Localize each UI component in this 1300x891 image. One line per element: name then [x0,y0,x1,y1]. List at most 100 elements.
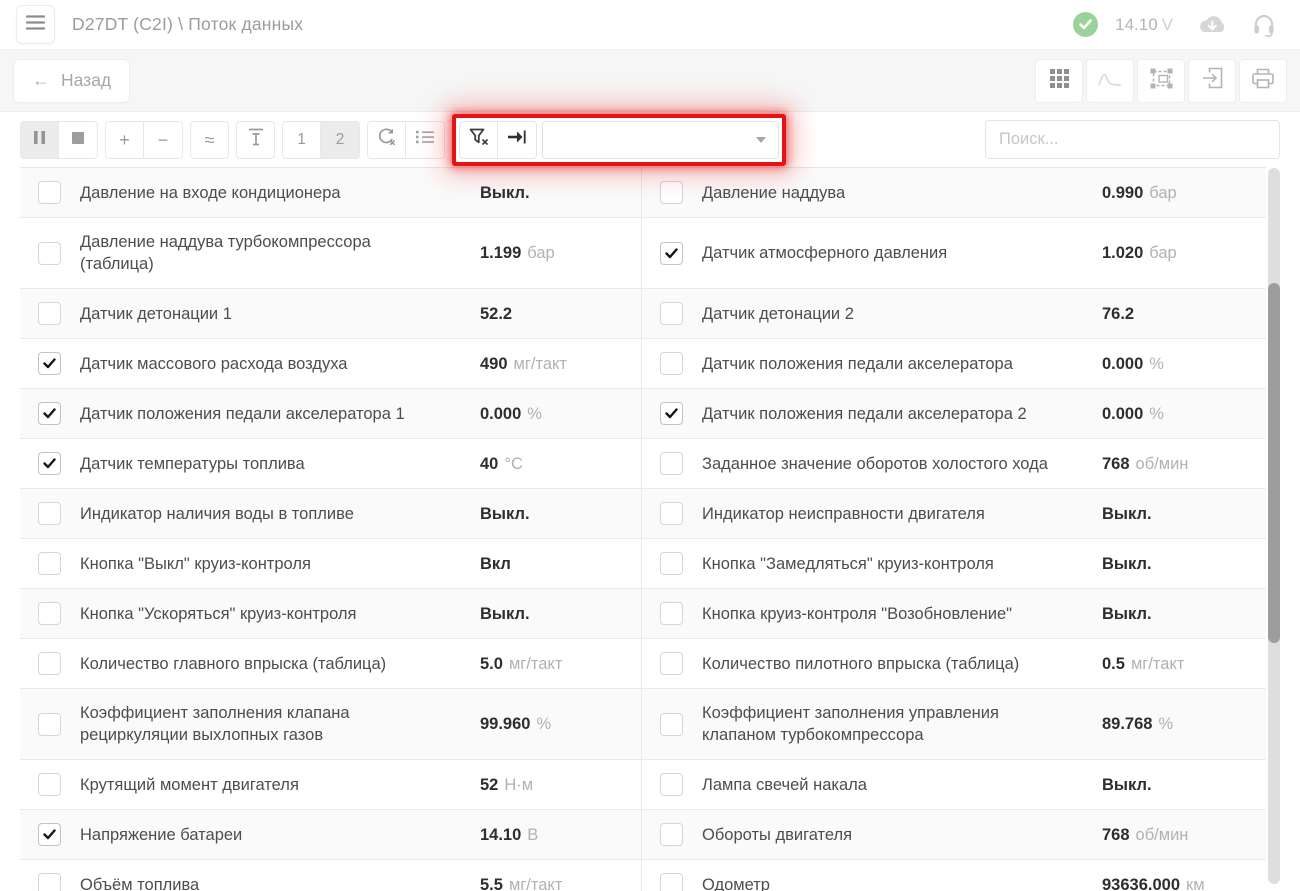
export-button[interactable] [1188,59,1236,103]
param-value-number: Выкл. [480,184,530,202]
row-checkbox[interactable] [660,181,683,204]
reset-cx-icon [377,128,397,151]
row-checkbox[interactable] [38,402,61,425]
zoom-in-button[interactable]: + [105,121,144,159]
clear-filter-button[interactable] [459,121,498,159]
row-checkbox[interactable] [38,302,61,325]
menu-button[interactable] [16,5,55,44]
page-1-button[interactable]: 1 [282,121,321,159]
zoom-out-button[interactable]: − [144,121,183,159]
row-checkbox[interactable] [38,452,61,475]
back-button[interactable]: ← Назад [13,59,130,103]
param-value-number: 5.5 [480,876,503,891]
param-value: Выкл. [1102,603,1260,625]
param-name: Индикатор неисправности двигателя [702,503,1082,525]
reset-values-button[interactable] [367,121,406,159]
headset-icon[interactable] [1252,13,1276,37]
param-cell: Датчик положения педали акселератора 20.… [642,389,1266,438]
row-checkbox[interactable] [38,502,61,525]
row-checkbox[interactable] [660,773,683,796]
param-value-number: 0.000 [1102,405,1143,423]
param-unit: % [1149,405,1164,423]
smooth-button[interactable]: ≈ [190,121,229,159]
row-checkbox[interactable] [660,652,683,675]
row-checkbox[interactable] [38,242,61,265]
param-unit: % [1158,715,1173,733]
param-cell: Давление наддува турбокомпрессора (табли… [20,218,642,288]
row-checkbox[interactable] [660,452,683,475]
table-row: Кнопка "Ускоряться" круиз-контроляВыкл.К… [20,589,1266,639]
param-value-number: Выкл. [1102,555,1152,573]
row-checkbox[interactable] [660,823,683,846]
row-checkbox[interactable] [660,302,683,325]
param-value-number: Выкл. [480,505,530,523]
fit-scale-button[interactable] [236,121,275,159]
param-value: 1.020бар [1102,242,1260,264]
chart-view-button[interactable] [1086,59,1134,103]
param-value-number: 490 [480,355,508,373]
param-value: 5.0мг/такт [480,653,638,675]
table-row: Давление на входе кондиционера Выкл. Давле… [20,168,1266,218]
stop-button[interactable] [59,121,98,159]
row-checkbox[interactable] [38,823,61,846]
printer-icon [1252,68,1274,94]
param-value: 490мг/такт [480,353,638,375]
row-checkbox[interactable] [660,352,683,375]
search-input[interactable] [985,120,1280,159]
filter-preset-dropdown[interactable] [542,121,779,159]
scrollbar-track[interactable] [1268,168,1280,884]
param-cell: Кнопка "Выкл" круиз-контроляВкл [20,539,642,588]
list-view-button[interactable] [406,121,445,159]
param-unit: об/мин [1136,455,1189,473]
apply-selection-button[interactable] [498,121,537,159]
param-value-number: 52 [480,776,498,794]
row-checkbox[interactable] [38,873,61,891]
row-checkbox[interactable] [38,652,61,675]
row-checkbox[interactable] [38,352,61,375]
export-file-icon [1202,67,1223,94]
param-cell: Давление наддува0.990бар [642,168,1266,217]
voltage-value: 14.10 [1115,15,1158,34]
row-checkbox[interactable] [660,713,683,736]
page-2-button[interactable]: 2 [321,121,360,159]
row-checkbox[interactable] [660,502,683,525]
chart-curve-icon [1098,70,1122,92]
cloud-sync-icon[interactable] [1197,14,1228,36]
grid-view-button[interactable] [1035,59,1083,103]
row-checkbox[interactable] [38,713,61,736]
pause-button[interactable] [20,121,59,159]
param-cell: Коэффициент заполнения управления клапан… [642,689,1266,759]
param-name: Датчик детонации 1 [80,303,460,325]
param-name: Давление на входе кондиционера [80,182,460,204]
row-checkbox[interactable] [660,552,683,575]
param-unit: В [527,826,538,844]
table-row: Индикатор наличия воды в топливе Выкл. Инд… [20,489,1266,539]
row-checkbox[interactable] [660,602,683,625]
param-name: Датчик атмосферного давления [702,242,1082,264]
row-checkbox[interactable] [660,873,683,891]
param-name: Индикатор наличия воды в топливе [80,503,460,525]
param-value: Выкл. [1102,553,1260,575]
param-unit: % [536,715,551,733]
param-unit: бар [1149,244,1176,262]
param-name: Количество пилотного впрыска (таблица) [702,653,1082,675]
select-parameters-button[interactable] [1137,59,1185,103]
row-checkbox[interactable] [38,773,61,796]
param-value: 0.990бар [1102,182,1260,204]
row-checkbox[interactable] [660,242,683,265]
table-row: Напряжение батареи14.10ВОбороты двигател… [20,810,1266,860]
row-checkbox[interactable] [38,181,61,204]
param-unit: км [1186,876,1205,891]
param-cell: Датчик детонации 276.2 [642,289,1266,338]
highlight-box [452,114,786,166]
param-cell: Одометр93636.000км [642,860,1266,891]
row-checkbox[interactable] [38,552,61,575]
scrollbar-thumb[interactable] [1268,283,1280,643]
print-button[interactable] [1239,59,1287,103]
row-checkbox[interactable] [38,602,61,625]
table-row: Коэффициент заполнения клапана рециркуля… [20,689,1266,760]
row-checkbox[interactable] [660,402,683,425]
param-name: Обороты двигателя [702,824,1082,846]
param-value: Выкл. [1102,503,1260,525]
param-value: 0.000% [1102,403,1260,425]
